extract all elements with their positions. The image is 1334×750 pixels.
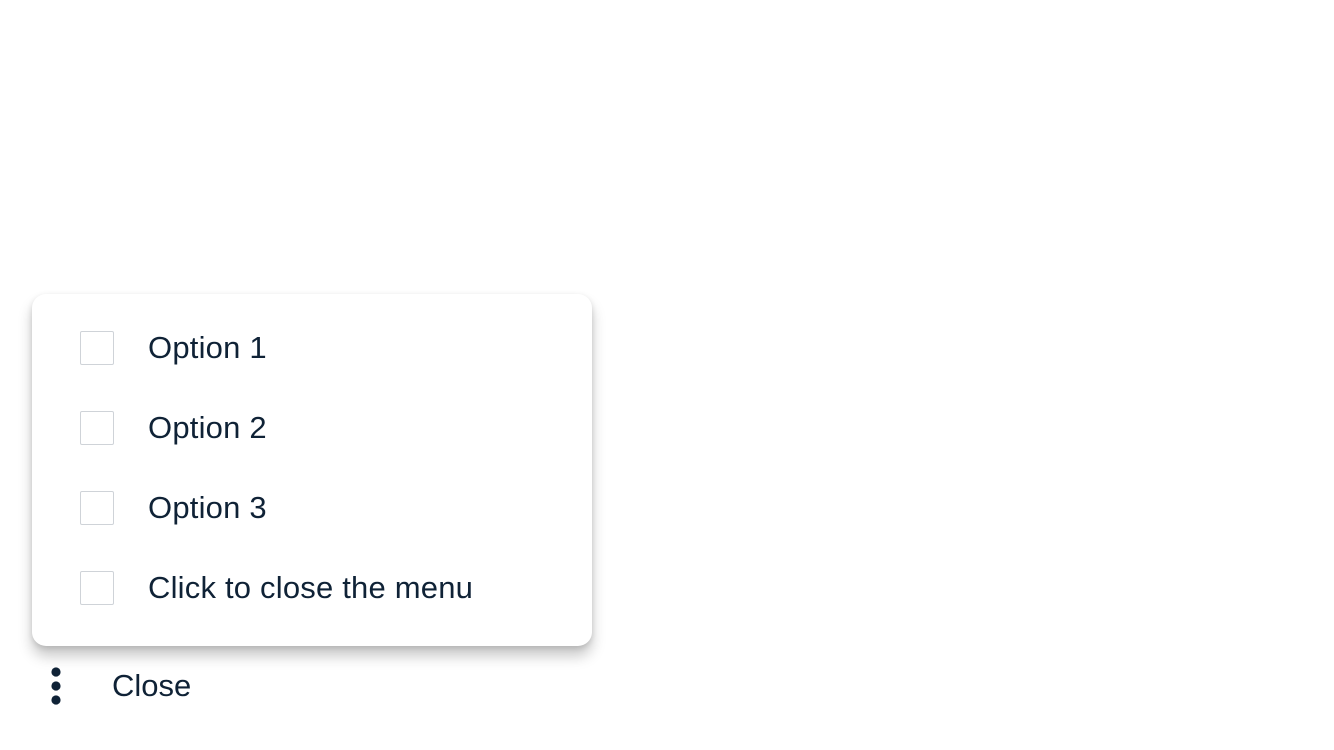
menu-item-label: Click to close the menu: [148, 570, 474, 605]
close-label: Close: [112, 668, 192, 703]
more-vertical-icon[interactable]: [32, 662, 80, 710]
menu-item-close-menu[interactable]: Click to close the menu: [32, 548, 592, 628]
dropdown-menu: Option 1 Option 2 Option 3 Click to clos…: [32, 294, 592, 646]
checkbox[interactable]: [80, 491, 114, 525]
menu-item-option-2[interactable]: Option 2: [32, 388, 592, 468]
menu-item-label: Option 2: [148, 410, 267, 445]
page: Option 1 Option 2 Option 3 Click to clos…: [0, 0, 1334, 750]
checkbox[interactable]: [80, 571, 114, 605]
menu-item-option-1[interactable]: Option 1: [32, 308, 592, 388]
menu-item-option-3[interactable]: Option 3: [32, 468, 592, 548]
menu-item-label: Option 3: [148, 490, 267, 525]
menu-item-label: Option 1: [148, 330, 267, 365]
checkbox[interactable]: [80, 411, 114, 445]
checkbox[interactable]: [80, 331, 114, 365]
menu-toggle-button[interactable]: Close: [32, 660, 191, 712]
